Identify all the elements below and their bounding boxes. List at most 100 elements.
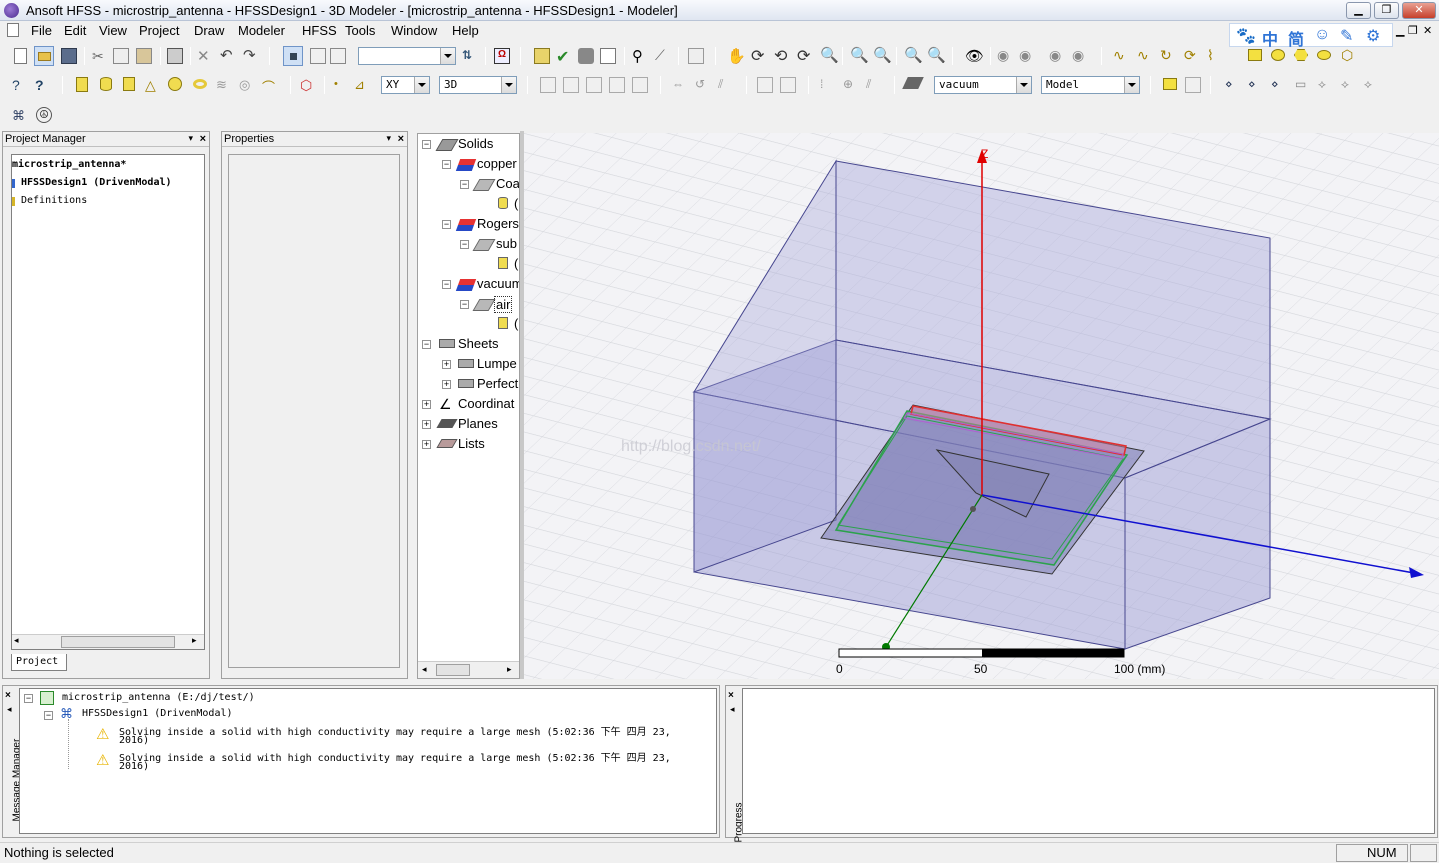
unite-icon[interactable] [540, 77, 556, 93]
draw-region-icon[interactable]: ⬡ [1341, 47, 1357, 63]
toggle-coax[interactable]: − [460, 180, 469, 189]
panel-close-icon[interactable]: × [200, 132, 206, 146]
plane-dropdown[interactable]: XY [381, 76, 430, 94]
draw-box-icon[interactable] [76, 77, 88, 92]
model-icon[interactable]: Ω [494, 48, 510, 64]
toggle-copper[interactable]: − [442, 160, 451, 169]
toggle-message-project[interactable]: − [24, 694, 33, 703]
mesh-icon[interactable]: ▭ [1295, 77, 1311, 93]
create-cs-icon[interactable] [1163, 78, 1177, 90]
draw-point-icon[interactable]: • [334, 78, 350, 94]
menu-draw[interactable]: Draw [194, 23, 224, 38]
duplicate-around-axis-icon[interactable]: ⊕ [843, 77, 859, 93]
settings-gear-icon[interactable]: ⚙ [1366, 26, 1380, 46]
toggle-message-design[interactable]: − [44, 711, 53, 720]
tree-vacuum[interactable]: vacuum [477, 276, 519, 291]
toggle-perfect[interactable]: + [442, 380, 451, 389]
view-eye-icon[interactable]: 👁 [965, 47, 984, 65]
excitation-icon[interactable]: ⋄ [1248, 77, 1264, 93]
boundary-icon[interactable]: ⋄ [1271, 77, 1287, 93]
scroll-right-arrow[interactable]: ▸ [192, 635, 197, 646]
save-icon[interactable] [61, 48, 77, 64]
design-icon[interactable] [534, 48, 550, 64]
toggle-sheets[interactable]: − [422, 340, 431, 349]
select-face-icon[interactable] [310, 48, 326, 64]
draw-line-icon[interactable]: ∿ [1113, 47, 1129, 63]
draw-rect-icon[interactable] [1248, 49, 1262, 61]
mdi-minimize-button[interactable]: ▁ [1396, 24, 1404, 37]
toggle-air[interactable]: − [460, 300, 469, 309]
toggle-solids[interactable]: − [422, 140, 431, 149]
close-button[interactable]: ✕ [1402, 2, 1436, 19]
zoom-out-icon[interactable]: 🔍 [873, 46, 892, 64]
message-close-icon[interactable]: × [5, 690, 11, 701]
results-icon[interactable] [600, 48, 616, 64]
properties-close-icon[interactable]: × [398, 132, 404, 146]
tree-coax[interactable]: Coa [496, 176, 519, 191]
orient-icon[interactable]: ⟳ [797, 46, 813, 65]
field-overlay-icon[interactable] [688, 48, 704, 64]
create-object-icon[interactable]: ⬡ [300, 77, 316, 93]
smiley-icon[interactable]: ☺ [1314, 26, 1330, 44]
analysis-setup-icon[interactable]: ⟡ [1318, 77, 1334, 93]
fit-selection-icon[interactable]: 🔍 [927, 46, 946, 64]
message-menu-icon[interactable]: ◂ [7, 704, 12, 715]
progress-menu-icon[interactable]: ◂ [730, 704, 735, 715]
draw-spline-icon[interactable]: ∿ [1137, 47, 1153, 63]
tree-sheets[interactable]: Sheets [458, 336, 498, 351]
draw-arc2-icon[interactable]: ⟳ [1184, 47, 1200, 63]
split-icon[interactable] [632, 77, 648, 93]
tab-project[interactable]: Project [11, 654, 67, 671]
draw-sphere-icon[interactable] [168, 77, 182, 91]
move-icon[interactable]: ⇔ [672, 77, 688, 93]
show-icon[interactable]: ◉ [1019, 47, 1035, 63]
tree-sub-child[interactable]: ( [514, 256, 518, 271]
mirror-icon[interactable]: ⫽ [718, 77, 734, 93]
optimetrics-icon[interactable]: ⟡ [1364, 77, 1380, 93]
menu-view[interactable]: View [99, 23, 127, 38]
rotate-obj-icon[interactable]: ↺ [695, 77, 711, 93]
menu-edit[interactable]: Edit [64, 23, 86, 38]
rotate-local-icon[interactable]: ⟲ [774, 46, 790, 65]
tree-scroll-right[interactable]: ▸ [507, 664, 512, 675]
toggle-lists[interactable]: + [422, 440, 431, 449]
tree-scrollbar[interactable]: ◂ ▸ [418, 661, 519, 678]
select-edge-icon[interactable] [330, 48, 346, 64]
open-button[interactable] [34, 46, 54, 66]
paw-icon[interactable]: 🐾 [1236, 26, 1256, 46]
toggle-rogers[interactable]: − [442, 220, 451, 229]
maximize-button[interactable]: ❐ [1374, 2, 1399, 19]
project-node[interactable]: microstrip_antenna* [12, 159, 126, 170]
menu-project[interactable]: Project [139, 23, 179, 38]
design-node[interactable]: HFSSDesign1 (DrivenModal) [21, 177, 172, 188]
pan-hand-icon[interactable]: ✋ [727, 47, 746, 65]
menu-tools[interactable]: Tools [345, 23, 375, 38]
duplicate-along-line-icon[interactable]: ⁞ [820, 77, 836, 93]
tree-coax-child[interactable]: ( [514, 196, 518, 211]
model-dropdown[interactable]: Model [1041, 76, 1140, 94]
draw-torus-icon[interactable] [193, 79, 207, 89]
view-mode-dropdown[interactable]: 3D [439, 76, 517, 94]
peace-icon[interactable]: ☮ [36, 107, 52, 123]
draw-arc-icon[interactable]: ↻ [1160, 47, 1176, 63]
zoom-icon[interactable]: 🔍 [820, 46, 839, 64]
tree-sub[interactable]: sub [496, 236, 517, 251]
tree-solids[interactable]: Solids [458, 136, 493, 151]
draw-helix-icon[interactable]: ≋ [216, 77, 232, 93]
validate-icon[interactable]: ✔ [556, 47, 572, 66]
hide-all-icon[interactable]: ◉ [1049, 47, 1065, 63]
tree-scroll-thumb[interactable] [436, 664, 470, 676]
hide-icon[interactable]: ◉ [997, 47, 1013, 63]
context-help-icon[interactable]: ? [35, 77, 51, 93]
imprint-icon[interactable] [609, 77, 625, 93]
menu-help[interactable]: Help [452, 23, 479, 38]
draw-cone-icon[interactable]: △ [145, 77, 161, 93]
scroll-thumb[interactable] [61, 636, 175, 648]
selection-dropdown[interactable] [358, 47, 456, 65]
mdi-close-button[interactable]: ✕ [1423, 24, 1432, 37]
material-icon[interactable] [902, 77, 924, 89]
thicken-icon[interactable] [780, 77, 796, 93]
tree-rogers[interactable]: Rogers [477, 216, 519, 231]
paste-icon[interactable] [136, 48, 152, 64]
minimize-button[interactable]: ▁ [1346, 2, 1371, 19]
